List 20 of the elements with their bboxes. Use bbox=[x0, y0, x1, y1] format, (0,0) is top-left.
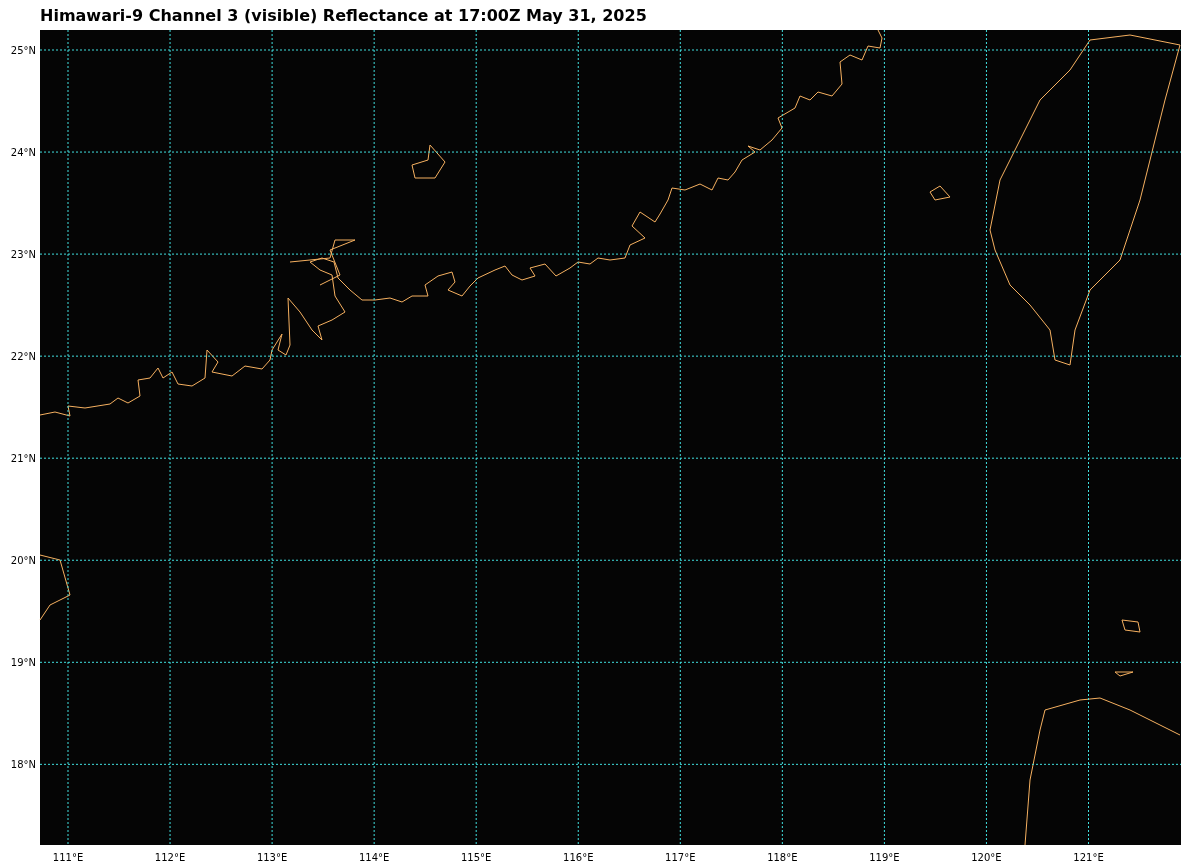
latitude-label: 23°N bbox=[10, 249, 36, 261]
latitude-label: 19°N bbox=[10, 657, 36, 669]
longitude-label: 121°E bbox=[1073, 852, 1104, 863]
longitude-label: 113°E bbox=[256, 852, 288, 863]
latitude-label: 24°N bbox=[10, 147, 36, 159]
longitude-label: 112°E bbox=[154, 852, 186, 863]
longitude-label: 116°E bbox=[563, 852, 594, 863]
longitude-label: 119°E bbox=[869, 852, 900, 863]
latitude-label: 22°N bbox=[10, 351, 36, 363]
longitude-label: 117°E bbox=[665, 852, 696, 863]
chart-title: Himawari-9 Channel 3 (visible) Reflectance at 17:00Z May 31, 2025 bbox=[40, 5, 647, 25]
latitude-label: 25°N bbox=[10, 45, 36, 56]
latitude-label: 18°N bbox=[10, 759, 36, 771]
latitude-label: 21°N bbox=[10, 453, 36, 465]
longitude-label: 111°E bbox=[52, 852, 84, 863]
longitude-label: 120°E bbox=[971, 852, 1002, 863]
longitude-label: 114°E bbox=[358, 852, 390, 863]
longitude-label: 118°E bbox=[767, 852, 798, 863]
longitude-label: 115°E bbox=[461, 852, 492, 863]
latitude-label: 20°N bbox=[10, 555, 36, 567]
